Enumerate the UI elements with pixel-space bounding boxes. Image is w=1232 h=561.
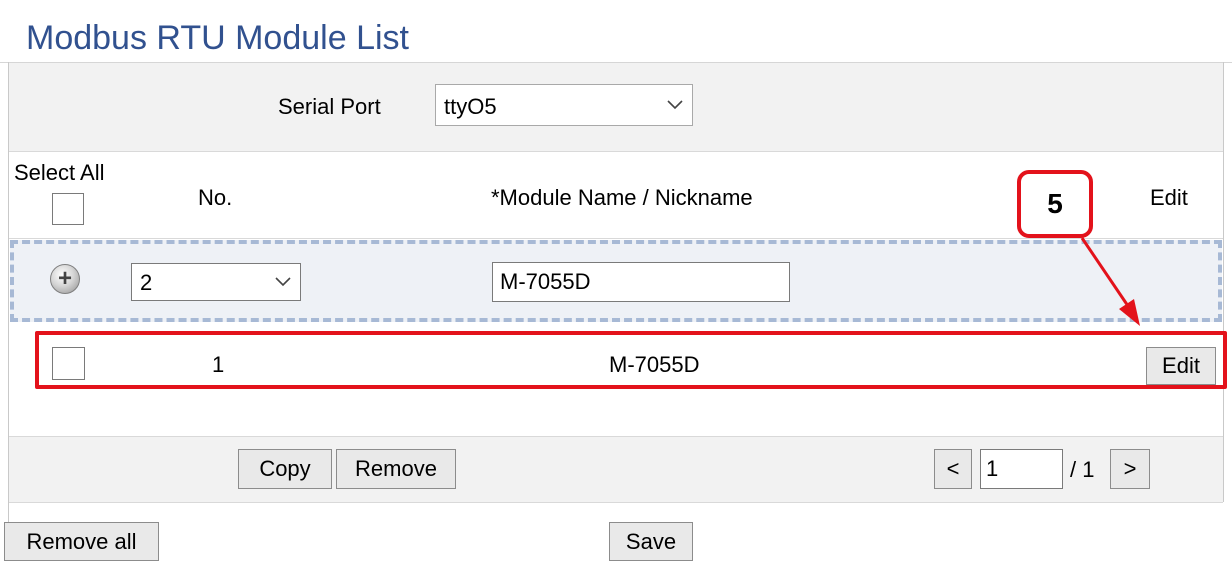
module-name-input[interactable] [492, 262, 790, 302]
chevron-down-icon [275, 277, 291, 287]
remove-all-button[interactable]: Remove all [4, 522, 159, 561]
step-callout: 5 [1017, 170, 1093, 238]
page-number-input[interactable] [980, 449, 1063, 489]
column-header-module-name: *Module Name / Nickname [491, 185, 753, 210]
row-checkbox[interactable] [52, 347, 85, 380]
add-icon[interactable]: + [50, 264, 80, 294]
column-header-no: No. [198, 185, 233, 210]
row-number: 1 [212, 352, 225, 377]
module-number-select[interactable]: 2 [131, 263, 301, 301]
serial-port-value: ttyO5 [444, 94, 497, 119]
prev-page-button[interactable]: < [934, 449, 972, 489]
page-title: Modbus RTU Module List [26, 19, 409, 57]
chevron-down-icon [667, 100, 683, 110]
copy-button[interactable]: Copy [238, 449, 332, 489]
column-header-edit: Edit [1150, 185, 1188, 210]
next-page-button[interactable]: > [1110, 449, 1150, 489]
step-number: 5 [1047, 188, 1063, 219]
row-module-name: M-7055D [609, 352, 700, 377]
title-bar: Modbus RTU Module List [0, 0, 1232, 63]
page-total: / 1 [1070, 457, 1095, 482]
select-all-label: Select All [14, 160, 105, 185]
serial-port-select[interactable]: ttyO5 [435, 84, 693, 126]
remove-button[interactable]: Remove [336, 449, 456, 489]
serial-port-label: Serial Port [278, 94, 381, 119]
edit-button[interactable]: Edit [1146, 347, 1216, 385]
right-border [1223, 62, 1224, 502]
save-button[interactable]: Save [609, 522, 693, 561]
select-all-checkbox[interactable] [52, 193, 84, 225]
module-number-value: 2 [140, 270, 153, 295]
